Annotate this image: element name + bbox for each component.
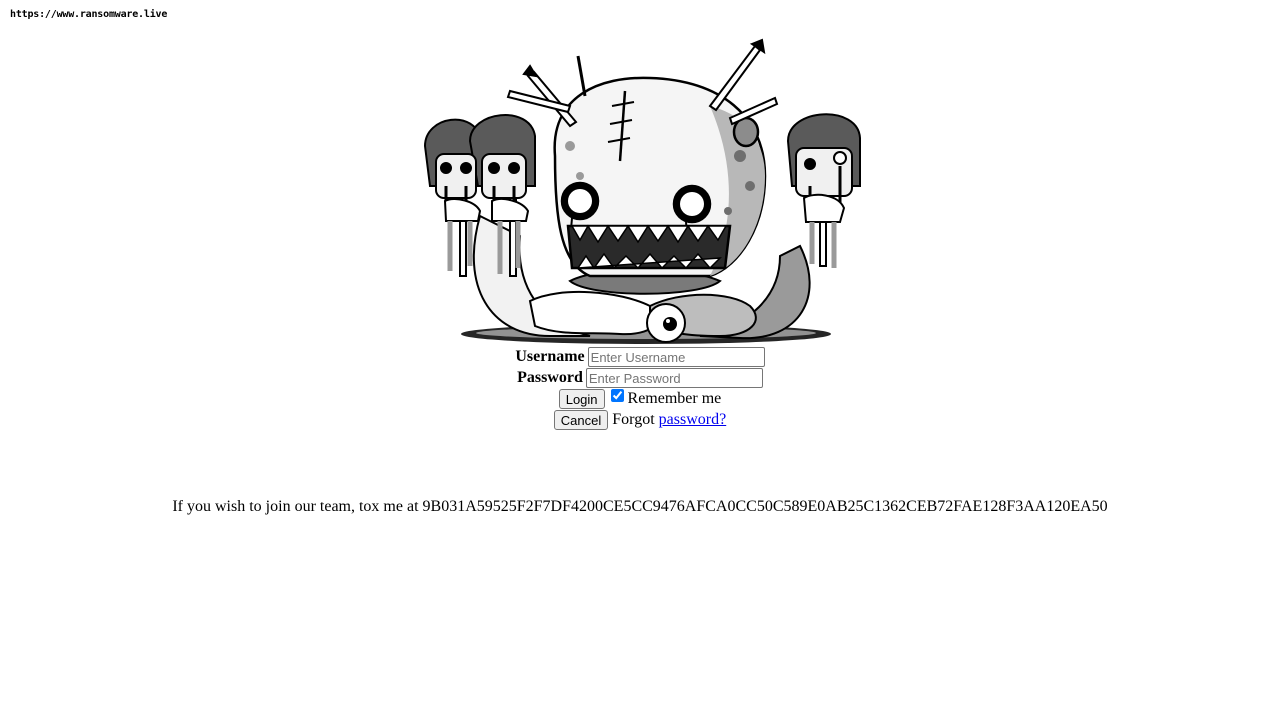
forgot-password-link[interactable]: password? (659, 411, 727, 428)
password-row: Password (0, 367, 1280, 389)
eyeball (646, 303, 686, 343)
password-label: Password (517, 369, 583, 386)
cancel-button[interactable]: Cancel (553, 410, 609, 431)
username-label: Username (515, 348, 585, 365)
password-input[interactable] (585, 368, 763, 389)
login-row: Login Remember me (0, 388, 1280, 410)
tox-id: 9B031A59525F2F7DF4200CE5CC9476AFCA0CC50C… (422, 498, 1108, 515)
monster-body (553, 76, 767, 278)
cancel-row: Cancel Forgot password? (0, 409, 1280, 431)
login-button[interactable]: Login (558, 389, 605, 410)
remember-me-checkbox[interactable] (610, 389, 624, 402)
remember-me-label: Remember me (627, 390, 722, 407)
forgot-text: Forgot (612, 411, 655, 428)
login-form: Username Password Login Remember me Cance… (0, 346, 1280, 431)
tox-prefix-text: If you wish to join our team, tox me at (172, 498, 419, 515)
page: https://www.ransomware.live UsernameEnte… (0, 0, 1280, 720)
username-input[interactable] (587, 347, 765, 368)
tox-contact-line: If you wish to join our team, tox me at … (0, 498, 1280, 516)
username-row: Username (0, 346, 1280, 368)
right-head (786, 113, 861, 268)
source-url-watermark: https://www.ransomware.live (10, 9, 168, 20)
monster-illustration-icon (423, 38, 861, 344)
